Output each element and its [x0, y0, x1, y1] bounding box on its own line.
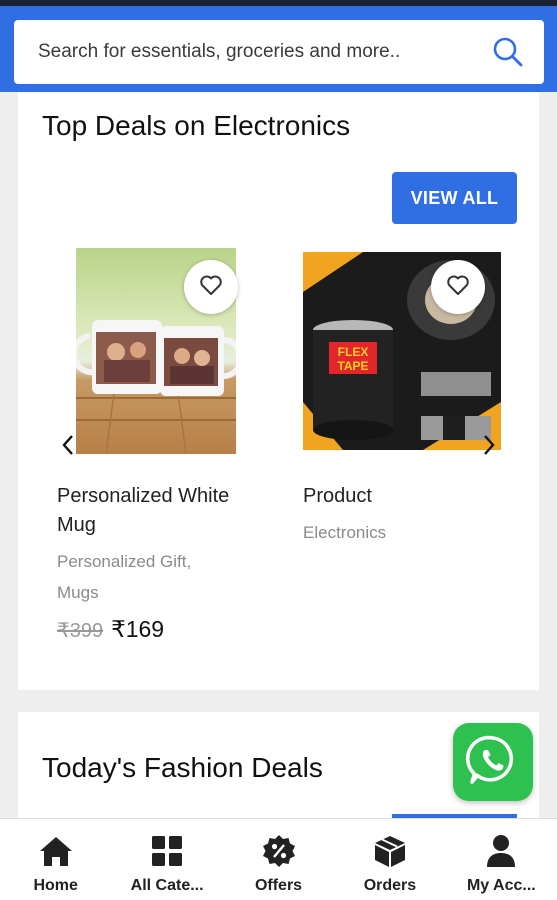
- wishlist-heart-button[interactable]: [431, 260, 485, 314]
- box-icon: [372, 833, 408, 869]
- product-category: Personalized Gift, Mugs: [57, 552, 192, 602]
- wishlist-heart-button[interactable]: [184, 260, 238, 314]
- search-input[interactable]: Search for essentials, groceries and mor…: [38, 41, 490, 63]
- carousel-next-button[interactable]: [477, 432, 501, 462]
- svg-text:FLEX: FLEX: [338, 345, 369, 359]
- bottom-nav: Home All Cate... Offers Orders My Acc...: [0, 818, 557, 900]
- whatsapp-icon: [465, 732, 521, 793]
- original-price: ₹399: [57, 620, 104, 642]
- view-all-button[interactable]: VIEW ALL: [392, 172, 517, 224]
- header: Search for essentials, groceries and mor…: [0, 6, 557, 92]
- product-name[interactable]: Personalized White Mug: [57, 482, 257, 540]
- offer-badge-icon: [261, 833, 297, 869]
- nav-item-orders[interactable]: Orders: [334, 819, 445, 900]
- home-icon: [38, 833, 74, 869]
- nav-label: All Cate...: [130, 877, 204, 894]
- nav-item-offers[interactable]: Offers: [223, 819, 334, 900]
- nav-label: Orders: [363, 877, 417, 894]
- nav-label: My Acc...: [466, 877, 536, 894]
- product-category: Electronics: [303, 523, 387, 542]
- carousel-prev-button[interactable]: [56, 432, 80, 462]
- svg-text:TAPE: TAPE: [337, 359, 368, 373]
- user-icon: [483, 833, 519, 869]
- chevron-right-icon: [482, 433, 496, 462]
- section-title-electronics: Top Deals on Electronics: [42, 110, 351, 141]
- search-icon[interactable]: [490, 34, 526, 70]
- whatsapp-chat-button[interactable]: [453, 723, 533, 801]
- product-name[interactable]: Product: [303, 482, 503, 511]
- nav-item-home[interactable]: Home: [0, 819, 111, 900]
- search-bar[interactable]: Search for essentials, groceries and mor…: [14, 20, 544, 84]
- section-title-fashion: Today's Fashion Deals: [42, 752, 323, 783]
- heart-icon: [446, 274, 470, 301]
- heart-icon: [199, 274, 223, 301]
- chevron-left-icon: [61, 433, 75, 462]
- nav-item-my-account[interactable]: My Acc...: [446, 819, 557, 900]
- product-price: ₹399 ₹169: [57, 616, 164, 643]
- nav-label: Offers: [254, 877, 303, 894]
- nav-item-all-categories[interactable]: All Cate...: [111, 819, 222, 900]
- sale-price: ₹169: [111, 616, 165, 642]
- grid-icon: [149, 833, 185, 869]
- nav-label: Home: [33, 877, 78, 894]
